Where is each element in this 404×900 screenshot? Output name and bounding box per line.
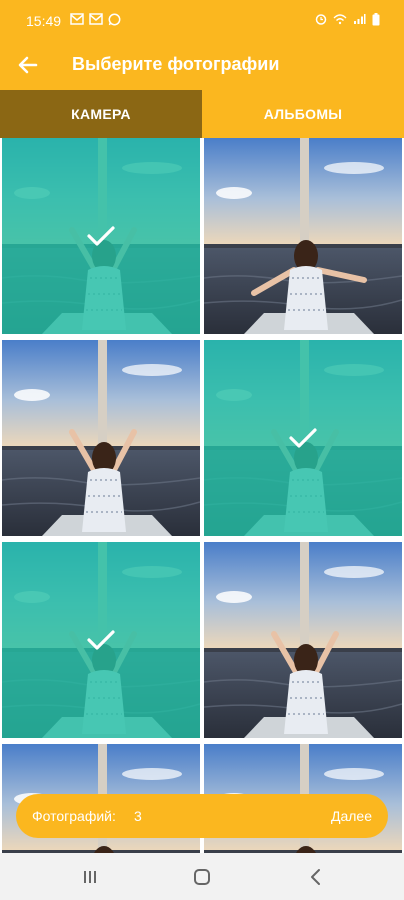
- checkmark-icon: [87, 226, 115, 246]
- tab-albums[interactable]: АЛЬБОМЫ: [202, 90, 404, 138]
- checkmark-icon: [289, 428, 317, 448]
- photo-thumbnail[interactable]: [204, 138, 402, 334]
- page-title: Выберите фотографии: [72, 54, 280, 74]
- mail-icon: [89, 13, 103, 25]
- battery-icon: [372, 13, 380, 26]
- home-icon[interactable]: [190, 865, 214, 889]
- mail-icon: [70, 13, 84, 25]
- system-nav-bar: [0, 853, 404, 900]
- recent-apps-icon[interactable]: [78, 865, 102, 889]
- photo-thumbnail[interactable]: [2, 340, 200, 536]
- photo-thumbnail[interactable]: [2, 138, 200, 334]
- tab-bar: КАМЕРА АЛЬБОМЫ: [0, 90, 404, 138]
- selection-bar: Фотографий: 3 Далее: [16, 794, 388, 838]
- back-icon[interactable]: [304, 865, 328, 889]
- signal-icon: [354, 14, 366, 24]
- photo-thumbnail[interactable]: [204, 542, 402, 738]
- tab-camera[interactable]: КАМЕРА: [0, 90, 202, 138]
- photo-grid: [0, 138, 404, 853]
- whatsapp-icon: [108, 13, 121, 26]
- photo-thumbnail[interactable]: [2, 542, 200, 738]
- arrow-left-icon[interactable]: [14, 51, 42, 79]
- alarm-icon: [315, 14, 327, 25]
- selected-count-label: Фотографий:: [32, 808, 116, 824]
- app-bar: Выберите фотографии: [0, 40, 404, 90]
- next-button[interactable]: Далее: [331, 808, 372, 824]
- status-bar: 15:49: [0, 0, 404, 40]
- status-time: 15:49: [26, 13, 62, 29]
- selected-count: 3: [134, 808, 142, 824]
- photo-thumbnail[interactable]: [204, 340, 402, 536]
- checkmark-icon: [87, 630, 115, 650]
- vowifi-icon: [333, 14, 347, 25]
